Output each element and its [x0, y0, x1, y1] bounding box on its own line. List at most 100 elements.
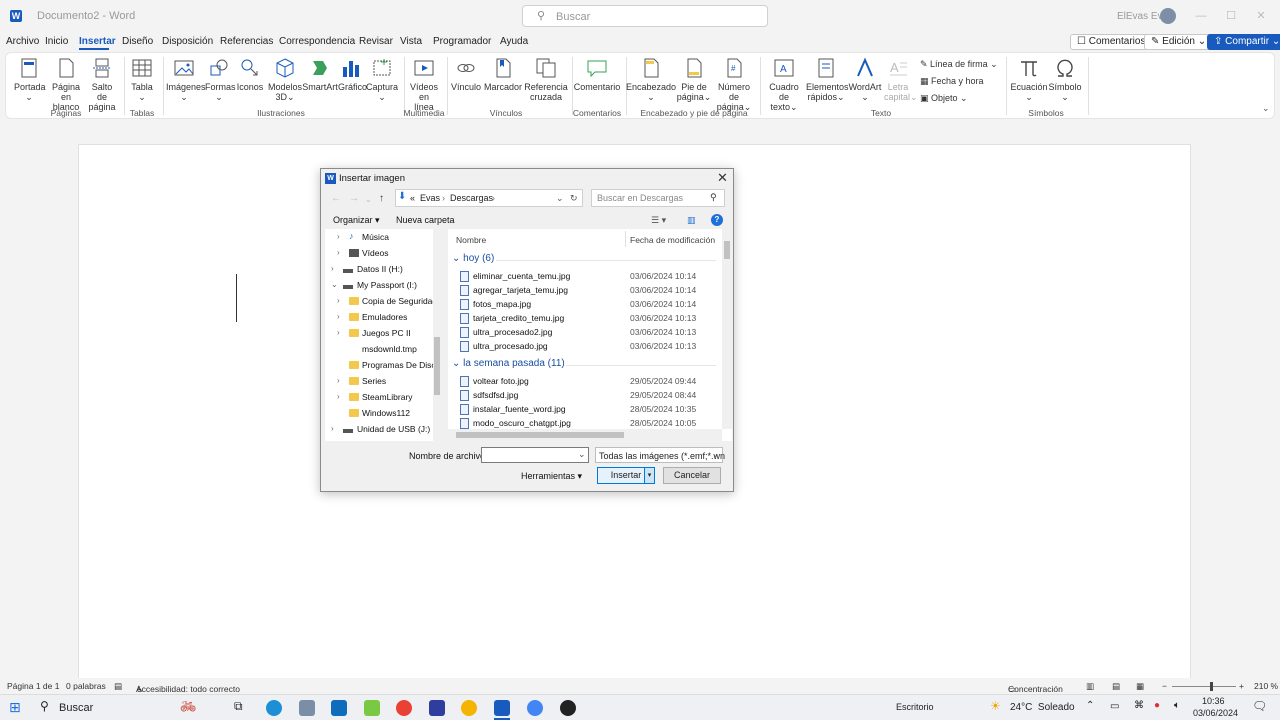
chrome-icon[interactable]: [396, 700, 412, 716]
web-layout-icon[interactable]: ▦: [1136, 681, 1144, 692]
taskbar-search[interactable]: Buscar: [59, 702, 93, 714]
clock-time[interactable]: 10:36: [1202, 696, 1225, 706]
monitor-icon[interactable]: [429, 700, 445, 716]
pagina-blanco-button[interactable]: Página en blanco: [48, 57, 84, 112]
tray-icon[interactable]: ▭: [1110, 701, 1119, 712]
comentario-button[interactable]: Comentario: [572, 57, 622, 92]
zoom-level[interactable]: 210 %: [1254, 681, 1278, 691]
file-row[interactable]: sdfsdfsd.jpg 29/05/2024 08:44: [458, 389, 718, 403]
edge-icon[interactable]: [266, 700, 282, 716]
speaker-icon[interactable]: 🔈︎: [1174, 700, 1180, 711]
chevron-right-icon[interactable]: ›: [337, 296, 340, 305]
close-icon[interactable]: ✕: [1246, 7, 1276, 25]
folder-icon[interactable]: [461, 700, 477, 716]
weather-icon[interactable]: ☀: [990, 699, 1001, 713]
tree-item-windows112[interactable]: Windows112: [325, 407, 441, 421]
cuadro-texto-button[interactable]: A Cuadro de texto⌄: [764, 57, 804, 112]
insert-button[interactable]: Insertar ▾: [597, 467, 655, 484]
tab-referencias[interactable]: Referencias: [220, 36, 273, 47]
salto-pagina-button[interactable]: Salto de página: [86, 57, 118, 112]
letra-capital-button[interactable]: A Letra capital⌄: [884, 57, 918, 102]
proofing-icon[interactable]: ▤: [114, 681, 122, 692]
column-divider[interactable]: [625, 231, 626, 247]
elementos-rapidos-button[interactable]: Elementos rápidos⌄: [806, 57, 849, 102]
search-icon[interactable]: ⚲: [40, 699, 49, 713]
tree-item-juegos-pc[interactable]: › Juegos PC II: [325, 327, 441, 341]
ecuacion-button[interactable]: Ecuación ⌄: [1010, 57, 1048, 102]
iconos-button[interactable]: Iconos: [236, 57, 264, 92]
organize-button[interactable]: Organizar ▾: [333, 215, 380, 226]
tree-item-datos-h[interactable]: › Datos II (H:): [325, 263, 441, 277]
chevron-right-icon[interactable]: ›: [337, 376, 340, 385]
chevron-right-icon[interactable]: ›: [331, 424, 334, 433]
portada-button[interactable]: Portada ⌄: [14, 57, 46, 102]
recent-chevron-icon[interactable]: ⌄: [365, 195, 372, 204]
horizontal-scrollbar-thumb[interactable]: [456, 432, 624, 438]
task-view-icon[interactable]: ⧉: [234, 699, 243, 714]
objeto-button[interactable]: ▣ Objeto ⌄: [920, 93, 968, 104]
tab-disposicion[interactable]: Disposición: [162, 36, 213, 47]
file-list-horizontal-scrollbar[interactable]: [448, 429, 722, 441]
tree-item-copia-seguridad[interactable]: › Copia de Seguridad: [325, 295, 441, 309]
tree-item-musica[interactable]: › ♪ Música: [325, 231, 441, 245]
captura-button[interactable]: Captura ⌄: [366, 57, 398, 102]
formas-button[interactable]: Formas ⌄: [205, 57, 236, 102]
tree-item-programas-disco[interactable]: Programas De Disco: [325, 359, 441, 373]
print-layout-icon[interactable]: ▤: [1112, 681, 1120, 692]
help-icon[interactable]: ?: [711, 214, 723, 226]
word-icon[interactable]: [494, 700, 510, 716]
numero-pagina-button[interactable]: # Número de página⌄: [712, 57, 756, 112]
minimize-icon[interactable]: —: [1186, 7, 1216, 25]
path-overflow[interactable]: «: [410, 193, 415, 203]
file-list-vertical-scrollbar[interactable]: [722, 229, 732, 429]
tab-archivo[interactable]: Archivo: [6, 36, 39, 47]
forward-icon[interactable]: →: [349, 193, 359, 204]
vertical-scrollbar-thumb[interactable]: [724, 241, 730, 259]
zoom-out-icon[interactable]: −: [1162, 681, 1167, 691]
zoom-in-icon[interactable]: +: [1239, 681, 1244, 691]
read-mode-icon[interactable]: ▥: [1086, 681, 1094, 692]
tree-item-my-passport[interactable]: ⌄ My Passport (I:): [325, 279, 441, 293]
marcador-button[interactable]: Marcador: [484, 57, 522, 92]
tree-scrollbar[interactable]: [433, 229, 441, 441]
editing-button[interactable]: ✎ Edición ⌄: [1144, 34, 1214, 50]
new-folder-button[interactable]: Nueva carpeta: [396, 215, 455, 225]
zoom-slider-thumb[interactable]: [1210, 682, 1213, 691]
tab-vista[interactable]: Vista: [400, 36, 422, 47]
file-row[interactable]: fotos_mapa.jpg 03/06/2024 10:14: [458, 298, 718, 312]
filename-input[interactable]: ⌄: [481, 447, 589, 463]
chevron-right-icon[interactable]: ›: [337, 248, 340, 257]
linea-firma-button[interactable]: ✎ Línea de firma ⌄: [920, 59, 998, 70]
notepad-icon[interactable]: [364, 700, 380, 716]
back-icon[interactable]: ←: [331, 193, 341, 204]
referencia-cruzada-button[interactable]: Referencia cruzada: [524, 57, 568, 102]
tree-item-msdownld[interactable]: msdownld.tmp: [325, 343, 441, 357]
file-row[interactable]: agregar_tarjeta_temu.jpg 03/06/2024 10:14: [458, 284, 718, 298]
tabla-button[interactable]: Tabla ⌄: [128, 57, 156, 102]
tab-programador[interactable]: Programador: [433, 36, 491, 47]
clock-date[interactable]: 03/06/2024: [1193, 708, 1238, 718]
tab-insertar[interactable]: Insertar: [79, 36, 116, 47]
cancel-button[interactable]: Cancelar: [663, 467, 721, 484]
breadcrumb-evas[interactable]: Evas: [420, 193, 440, 203]
tab-correspondencia[interactable]: Correspondencia: [279, 36, 355, 47]
weather-text[interactable]: 24°C Soleado: [1010, 702, 1075, 713]
chevron-down-icon[interactable]: ⌄: [331, 280, 338, 289]
maximize-icon[interactable]: ☐: [1216, 7, 1246, 25]
file-row[interactable]: ultra_procesado.jpg 03/06/2024 10:13: [458, 340, 718, 354]
tree-item-steamlibrary[interactable]: › SteamLibrary: [325, 391, 441, 405]
address-bar[interactable]: ⬇ « Evas › Descargas › ⌄ ↻: [395, 189, 583, 207]
collapse-ribbon-icon[interactable]: ⌄: [1262, 103, 1270, 114]
chevron-right-icon[interactable]: ›: [337, 232, 340, 241]
chevron-right-icon[interactable]: ›: [337, 392, 340, 401]
vinculo-button[interactable]: Vínculo: [450, 57, 482, 92]
column-header-name[interactable]: Nombre: [456, 235, 486, 245]
tree-item-emuladores[interactable]: › Emuladores: [325, 311, 441, 325]
grafico-button[interactable]: Gráfico: [338, 57, 367, 92]
dialog-close-icon[interactable]: ✕: [717, 170, 728, 186]
chevron-down-icon[interactable]: ⌄: [578, 449, 586, 460]
refresh-icon[interactable]: ↻: [570, 193, 578, 204]
view-options-icon[interactable]: ☰ ▾: [651, 215, 666, 226]
avatar[interactable]: [1160, 8, 1176, 24]
tree-item-series[interactable]: › Series: [325, 375, 441, 389]
